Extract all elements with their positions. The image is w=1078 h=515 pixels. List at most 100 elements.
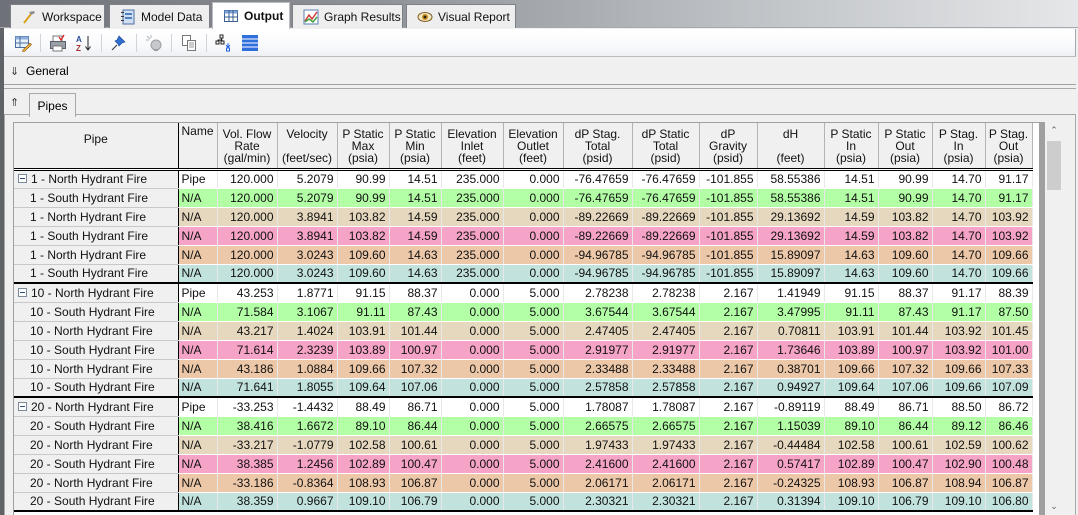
column-header-line: (psia) <box>835 150 866 165</box>
table-cell: 14.70 <box>932 188 986 208</box>
table-row[interactable]: 20 - South Hydrant Fire N/A 38.385 1.2456 10… <box>14 454 1033 474</box>
print-button[interactable] <box>49 34 67 52</box>
table-cell: 2.41600 <box>632 454 700 474</box>
table-cell: 109.66 <box>985 245 1033 265</box>
group-button[interactable] <box>215 34 233 52</box>
tab-output[interactable]: Output <box>212 2 290 29</box>
table-row[interactable]: 1 - South Hydrant Fire N/A 120.000 3.8941 10… <box>14 226 1033 246</box>
tab-visual-report[interactable]: Visual Report <box>406 4 516 28</box>
table-cell: N/A <box>178 454 218 474</box>
tab-pipes[interactable]: Pipes <box>29 93 76 117</box>
column-header[interactable]: Elevation Inlet (feet) <box>441 123 504 171</box>
column-header[interactable]: dP Gravity (psid) <box>699 123 758 171</box>
table-cell: 5.000 <box>503 302 564 322</box>
show-in-workspace-button[interactable] <box>145 34 163 52</box>
table-row[interactable]: 1 - South Hydrant Fire N/A 120.000 3.0243 10… <box>14 264 1033 284</box>
scroll-up-button[interactable]: ⌃ <box>1045 122 1063 139</box>
column-header[interactable]: P Static Max (psia) <box>337 123 390 171</box>
column-header[interactable]: Velocity (feet/sec) <box>277 123 338 171</box>
table-row[interactable]: 10 - South Hydrant Fire N/A 71.584 3.1067 91… <box>14 302 1033 322</box>
table-cell: 3.8941 <box>277 226 338 246</box>
table-cell: 120.000 <box>217 226 278 246</box>
column-header[interactable]: P Static In (psia) <box>824 123 879 171</box>
table-row[interactable]: 10 - North Hydrant Fire N/A 43.217 1.4024 10… <box>14 321 1033 341</box>
chevron-double-up-icon[interactable]: ⇑ <box>10 96 24 109</box>
column-header[interactable]: dP Static Total (psid) <box>632 123 700 171</box>
table-group-row[interactable]: 20 - North Hydrant Fire Pipe -33.253 -1.443… <box>14 397 1033 417</box>
table-cell: N/A <box>178 492 218 512</box>
table-cell: 109.66 <box>824 359 879 379</box>
chevron-double-down-icon[interactable]: ⇓ <box>10 65 24 78</box>
table-row[interactable]: 20 - North Hydrant Fire N/A -33.186 -0.8364… <box>14 473 1033 493</box>
scrollbar-thumb[interactable] <box>1047 141 1061 190</box>
column-header[interactable]: Pipe <box>14 123 179 171</box>
toolbar-separator <box>136 33 137 52</box>
general-section-header[interactable]: ⇓ General <box>4 58 1076 85</box>
table-cell: 86.44 <box>389 416 442 436</box>
layout-button[interactable] <box>241 34 259 52</box>
table-cell: -101.855 <box>699 264 758 284</box>
column-header[interactable]: P Stag. Out (psia) <box>985 123 1033 171</box>
table-group-row[interactable]: 10 - North Hydrant Fire Pipe 43.253 1.8771 9… <box>14 283 1033 303</box>
vertical-scrollbar[interactable]: ⌃ ⌄ <box>1044 122 1063 515</box>
table-cell: 89.12 <box>932 416 986 436</box>
table-row[interactable]: 20 - North Hydrant Fire N/A -33.217 -1.0779… <box>14 435 1033 455</box>
table-cell: 0.000 <box>503 188 564 208</box>
table-cell: 5.2079 <box>277 188 338 208</box>
table-cell: 86.46 <box>985 416 1033 436</box>
copy-button[interactable] <box>180 34 198 52</box>
table-row[interactable]: 10 - North Hydrant Fire N/A 43.186 1.0884 10… <box>14 359 1033 379</box>
column-header-line: Name <box>181 124 214 138</box>
column-header[interactable]: P Static Min (psia) <box>389 123 442 171</box>
collapse-group-icon[interactable] <box>18 401 27 411</box>
tab-graph-results[interactable]: Graph Results <box>292 4 403 28</box>
table-cell: 0.31394 <box>757 492 825 512</box>
table-cell: 91.17 <box>985 169 1033 189</box>
table-cell: 2.47405 <box>632 321 700 341</box>
table-cell: 1.97433 <box>632 435 700 455</box>
table-cell: -76.47659 <box>563 169 633 189</box>
tab-workspace[interactable]: Workspace <box>10 4 105 28</box>
column-header[interactable]: Elevation Outlet (feet) <box>503 123 564 171</box>
column-header[interactable]: Vol. Flow Rate (gal/min) <box>217 123 278 171</box>
table-cell: 109.66 <box>985 264 1033 284</box>
table-cell: 88.37 <box>878 283 933 303</box>
table-cell: 2.30321 <box>563 492 633 512</box>
table-cell: 14.63 <box>824 245 879 265</box>
table-cell: 109.64 <box>824 378 879 398</box>
table-row[interactable]: 1 - South Hydrant Fire N/A 120.000 5.2079 90… <box>14 188 1033 208</box>
edit-output-control-button[interactable] <box>14 34 32 52</box>
table-cell: N/A <box>178 321 218 341</box>
table-row[interactable]: 20 - South Hydrant Fire N/A 38.416 1.6672 89… <box>14 416 1033 436</box>
column-header[interactable]: P Static Out (psia) <box>878 123 933 171</box>
table-row[interactable]: 1 - North Hydrant Fire N/A 120.000 3.8941 10… <box>14 207 1033 227</box>
table-cell: -0.8364 <box>277 473 338 493</box>
column-header[interactable]: dP Stag. Total (psid) <box>563 123 633 171</box>
table-cell: 14.59 <box>824 226 879 246</box>
tab-model-data[interactable]: Model Data <box>109 4 210 28</box>
scroll-down-button[interactable]: ⌄ <box>1045 498 1063 515</box>
column-header[interactable]: Name <box>178 123 218 171</box>
table-group-row[interactable]: 1 - North Hydrant Fire Pipe 120.000 5.2079 9… <box>14 169 1033 189</box>
table-cell: 86.71 <box>878 397 933 417</box>
table-icon <box>223 8 239 24</box>
table-row[interactable]: 10 - South Hydrant Fire N/A 71.614 2.3239 10… <box>14 340 1033 360</box>
sort-button[interactable]: AZ <box>75 34 93 53</box>
column-header-line: (psia) <box>993 150 1024 165</box>
table-cell: 3.1067 <box>277 302 338 322</box>
collapse-group-icon[interactable] <box>18 174 27 183</box>
column-header[interactable]: P Stag. In (psia) <box>932 123 986 171</box>
column-header[interactable]: dH (feet) <box>757 123 825 171</box>
table-cell: 100.97 <box>389 340 442 360</box>
table-row[interactable]: 1 - North Hydrant Fire N/A 120.000 3.0243 10… <box>14 245 1033 265</box>
table-cell: 0.000 <box>441 340 504 360</box>
table-cell: 29.13692 <box>757 226 825 246</box>
table-cell: 5.000 <box>503 397 564 417</box>
collapse-group-icon[interactable] <box>18 287 27 297</box>
table-cell: -94.96785 <box>563 264 633 284</box>
pin-button[interactable] <box>110 34 128 52</box>
table-row[interactable]: 10 - South Hydrant Fire N/A 71.641 1.8055 10… <box>14 378 1033 398</box>
table-row[interactable]: 20 - South Hydrant Fire N/A 38.359 0.9667 10… <box>14 492 1033 512</box>
table-cell: 100.97 <box>878 340 933 360</box>
table-body: 1 - North Hydrant Fire Pipe 120.000 5.2079 9… <box>14 169 1033 512</box>
